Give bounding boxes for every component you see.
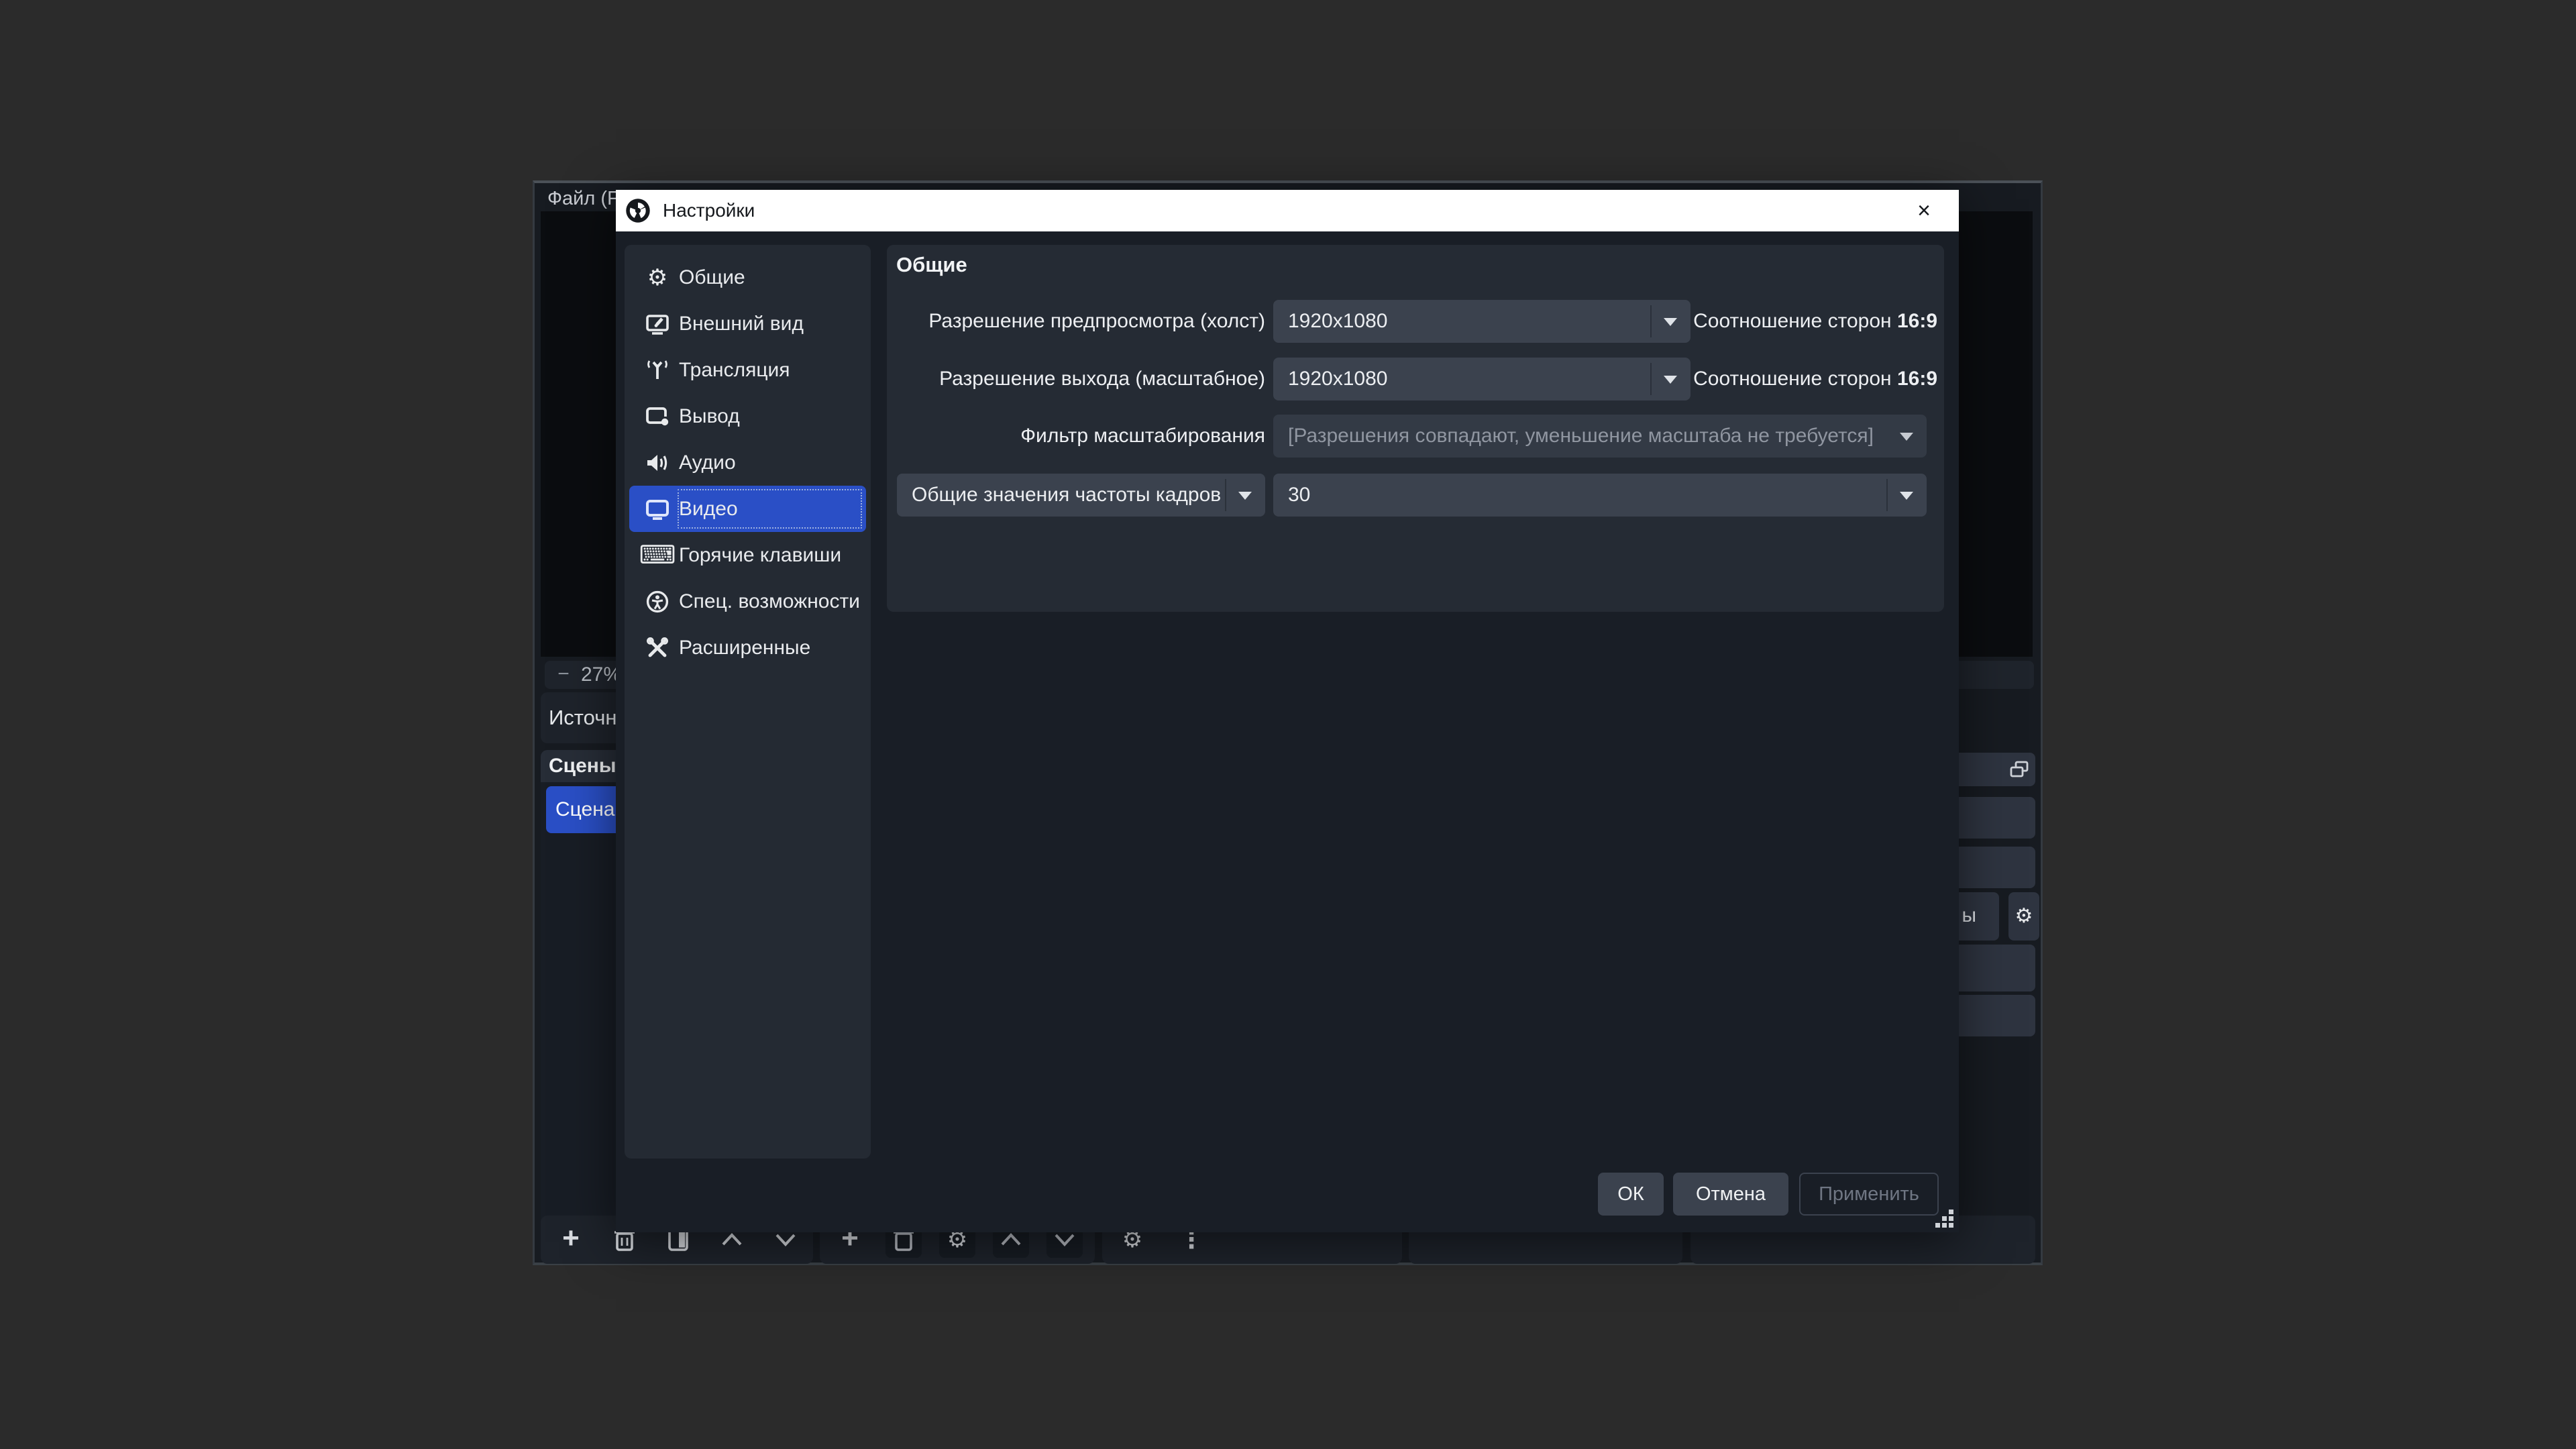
- settings-dialog: Настройки × ⚙ Общие Внешний вид: [616, 190, 1959, 1232]
- chevron-down-icon: [1664, 376, 1677, 384]
- chevron-down-icon: [1900, 433, 1913, 441]
- sidebar-item-appearance[interactable]: Внешний вид: [629, 301, 866, 347]
- button-label-fragment: ы: [1962, 904, 1976, 927]
- apply-button[interactable]: Применить: [1799, 1173, 1939, 1216]
- cancel-button[interactable]: Отмена: [1673, 1173, 1788, 1216]
- chevron-down-icon: [1238, 492, 1252, 500]
- canvas-resolution-label: Разрешение предпросмотра (холст): [928, 310, 1265, 333]
- gear-icon: ⚙: [643, 263, 672, 292]
- chevron-down-icon: [775, 1233, 796, 1246]
- plus-icon: +: [562, 1224, 580, 1253]
- chevron-down-icon: [1054, 1233, 1075, 1246]
- tools-icon: [643, 633, 672, 663]
- sidebar-item-accessibility[interactable]: Спец. возможности: [629, 578, 866, 625]
- settings-sidebar: ⚙ Общие Внешний вид: [625, 245, 871, 1159]
- broadcast-icon: [643, 356, 672, 385]
- sidebar-item-advanced[interactable]: Расширенные: [629, 625, 866, 671]
- fps-type-combobox[interactable]: Общие значения частоты кадров: [897, 474, 1265, 517]
- output-aspect-ratio: Соотношение сторон 16:9: [1693, 368, 1937, 390]
- combo-divider: [1650, 305, 1652, 337]
- sidebar-item-general[interactable]: ⚙ Общие: [629, 254, 866, 301]
- keyboard-icon: ⌨: [643, 541, 672, 570]
- scenes-dock-title: Сцены: [541, 755, 616, 777]
- downscale-filter-label: Фильтр масштабирования: [1020, 425, 1265, 447]
- gear-icon: ⚙: [2015, 906, 2033, 926]
- chevron-down-icon: [1900, 492, 1913, 500]
- virtual-camera-settings-button[interactable]: ⚙: [2008, 892, 2039, 941]
- output-resolution-combobox[interactable]: 1920x1080: [1273, 358, 1690, 400]
- chevron-up-icon: [721, 1233, 743, 1246]
- sidebar-item-audio[interactable]: Аудио: [629, 439, 866, 486]
- video-icon: [643, 494, 672, 524]
- obs-logo-icon: [625, 198, 651, 223]
- screenshot-root: Файл (F) − 27% Источники Сцены Сцена +: [0, 0, 2576, 1449]
- output-resolution-label: Разрешение выхода (масштабное): [939, 368, 1265, 390]
- group-heading: Общие: [896, 253, 967, 277]
- menu-item-file[interactable]: Файл (F): [547, 188, 625, 210]
- accessibility-icon: [643, 587, 672, 616]
- sidebar-item-video[interactable]: Видео: [629, 486, 866, 532]
- sidebar-item-hotkeys[interactable]: ⌨ Горячие клавиши: [629, 532, 866, 578]
- output-icon: [643, 402, 672, 431]
- ok-button[interactable]: ОК: [1598, 1173, 1664, 1216]
- dialog-titlebar[interactable]: Настройки ×: [616, 190, 1959, 231]
- video-settings-group: Общие Разрешение предпросмотра (холст) 1…: [887, 245, 1944, 612]
- chevron-down-icon: [1664, 318, 1677, 326]
- resize-grip[interactable]: [1933, 1210, 1953, 1227]
- combo-divider: [1650, 363, 1652, 395]
- fps-value-combobox[interactable]: 30: [1273, 474, 1927, 517]
- add-scene-button[interactable]: +: [553, 1222, 589, 1258]
- sidebar-item-stream[interactable]: Трансляция: [629, 347, 866, 393]
- chevron-up-icon: [1000, 1233, 1022, 1246]
- downscale-filter-combobox: [Разрешения совпадают, уменьшение масшта…: [1273, 415, 1927, 458]
- canvas-resolution-combobox[interactable]: 1920x1080: [1273, 300, 1690, 343]
- sidebar-item-output[interactable]: Вывод: [629, 393, 866, 439]
- canvas-aspect-ratio: Соотношение сторон 16:9: [1693, 310, 1937, 333]
- dialog-title: Настройки: [663, 200, 755, 221]
- close-icon[interactable]: ×: [1904, 190, 1944, 231]
- combo-divider: [1886, 479, 1888, 511]
- scene-name: Сцена: [546, 798, 614, 821]
- audio-icon: [643, 448, 672, 478]
- zoom-out-button[interactable]: −: [550, 660, 577, 688]
- dock-icon: [2010, 761, 2029, 778]
- appearance-icon: [643, 309, 672, 339]
- combo-divider: [1225, 479, 1226, 511]
